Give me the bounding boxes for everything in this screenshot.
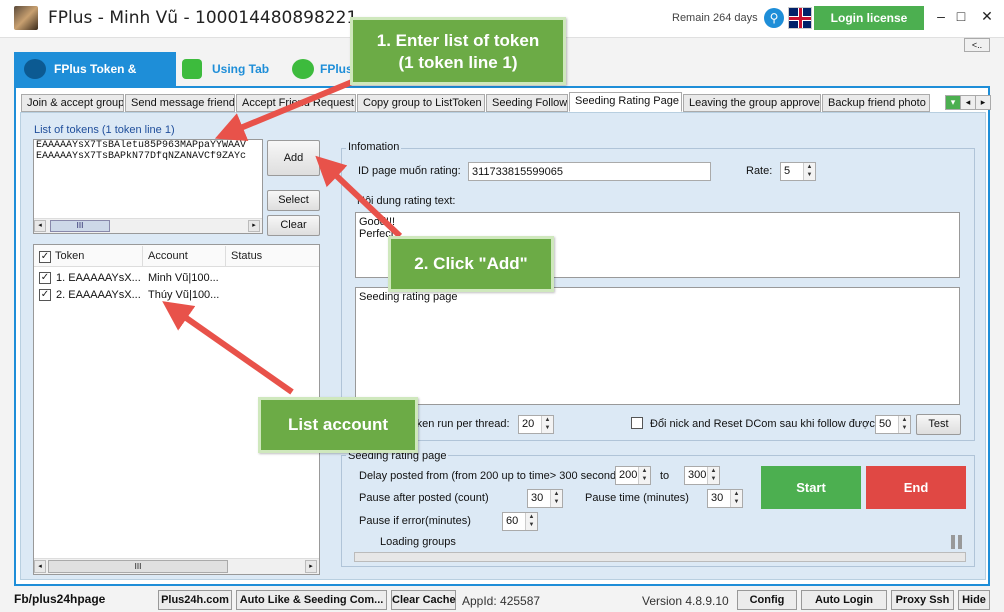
auto-like-button[interactable]: Auto Like & Seeding Com... xyxy=(236,590,387,610)
callout-list-account: List account xyxy=(258,397,418,453)
callout-step1-line2: (1 token line 1) xyxy=(398,53,518,72)
callout-step2: 2. Click "Add" xyxy=(388,236,554,292)
callout-step1: 1. Enter list of token (1 token line 1) xyxy=(350,17,566,85)
app-id: AppId: 425587 xyxy=(462,594,541,608)
arrow-to-list xyxy=(162,301,294,395)
config-button[interactable]: Config xyxy=(737,590,797,610)
proxy-ssh-button[interactable]: Proxy Ssh xyxy=(891,590,954,610)
version: Version 4.8.9.10 xyxy=(642,594,729,608)
hide-button[interactable]: Hide xyxy=(958,590,990,610)
callout-step1-line1: 1. Enter list of token xyxy=(376,31,540,50)
arrow-to-tokens xyxy=(214,79,354,141)
annotation-arrows xyxy=(162,79,403,395)
plus24h-button[interactable]: Plus24h.com xyxy=(158,590,232,610)
auto-login-button[interactable]: Auto Login xyxy=(801,590,887,610)
facebook-link[interactable]: Fb/plus24hpage xyxy=(14,592,105,606)
arrow-to-add xyxy=(315,155,403,239)
clear-cache-button[interactable]: Clear Cache xyxy=(391,590,456,610)
